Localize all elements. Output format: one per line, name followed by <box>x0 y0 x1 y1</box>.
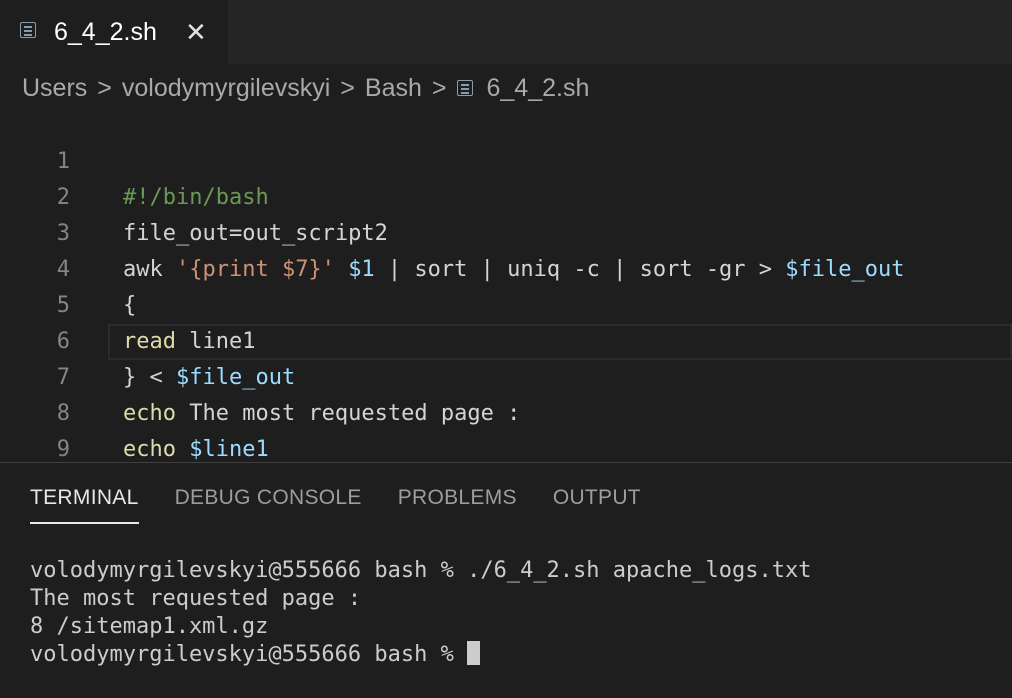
tab-label: 6_4_2.sh <box>54 18 157 46</box>
code-line[interactable]: 1 #!/bin/bash <box>0 108 1012 210</box>
file-icon <box>20 22 36 38</box>
code-line[interactable]: 9 <box>0 396 1012 462</box>
terminal-line: The most requested page : <box>30 586 362 611</box>
terminal-output[interactable]: volodymyrgilevskyi@555666 bash % ./6_4_2… <box>30 557 811 669</box>
code-editor[interactable]: 1 #!/bin/bash 2 file_out=out_script2 3 a… <box>0 108 1012 462</box>
code-line[interactable]: 4 { <box>0 216 1012 318</box>
panel-tabs: TERMINAL DEBUG CONSOLE PROBLEMS OUTPUT <box>30 486 677 526</box>
code-line[interactable]: 8 echo $line1 <box>0 360 1012 462</box>
code-line-current[interactable]: 7 echo The most requested page : <box>57 324 1012 426</box>
tab-terminal[interactable]: TERMINAL <box>30 486 139 524</box>
code-variable: $line1 <box>189 437 269 462</box>
breadcrumb-bash-folder[interactable]: Bash <box>365 72 422 104</box>
terminal-prompt-line[interactable]: volodymyrgilevskyi@555666 bash % <box>30 641 811 669</box>
terminal-cursor <box>467 641 481 665</box>
breadcrumb: Users > volodymyrgilevskyi > Bash >6_4_2.sh <box>22 72 589 104</box>
breadcrumb-separator: > <box>431 74 447 102</box>
terminal-prompt: volodymyrgilevskyi@555666 bash % <box>30 642 468 667</box>
code-line[interactable]: 3 awk '{print $7}' $1 | sort | uniq -c |… <box>0 180 1012 282</box>
panel-divider[interactable] <box>0 462 1012 463</box>
tab-debug-console[interactable]: DEBUG CONSOLE <box>175 486 362 522</box>
breadcrumb-separator: > <box>340 74 355 102</box>
terminal-line: volodymyrgilevskyi@555666 bash % ./6_4_2… <box>30 558 812 583</box>
tab-output[interactable]: OUTPUT <box>553 486 641 522</box>
editor-tab-active[interactable]: 6_4_2.sh ✕ <box>0 0 228 64</box>
tab-problems[interactable]: PROBLEMS <box>398 486 517 522</box>
code-line[interactable]: 6 } < $file_out <box>0 288 1012 390</box>
tab-bar: 6_4_2.sh ✕ <box>0 0 1012 64</box>
breadcrumb-separator: > <box>97 74 112 102</box>
code-keyword: echo <box>123 437 176 462</box>
breadcrumb-user-folder[interactable]: volodymyrgilevskyi <box>122 72 330 104</box>
line-number: 6 <box>56 329 70 354</box>
code-line[interactable]: 2 file_out=out_script2 <box>0 144 1012 246</box>
code-line[interactable]: 5 read line1 <box>0 252 1012 354</box>
breadcrumb-users[interactable]: Users <box>22 72 87 104</box>
terminal-line: 8 /sitemap1.xml.gz <box>30 614 269 639</box>
breadcrumb-file[interactable]: 6_4_2.sh <box>487 72 590 104</box>
close-icon[interactable]: ✕ <box>185 16 207 48</box>
file-icon <box>456 80 473 96</box>
